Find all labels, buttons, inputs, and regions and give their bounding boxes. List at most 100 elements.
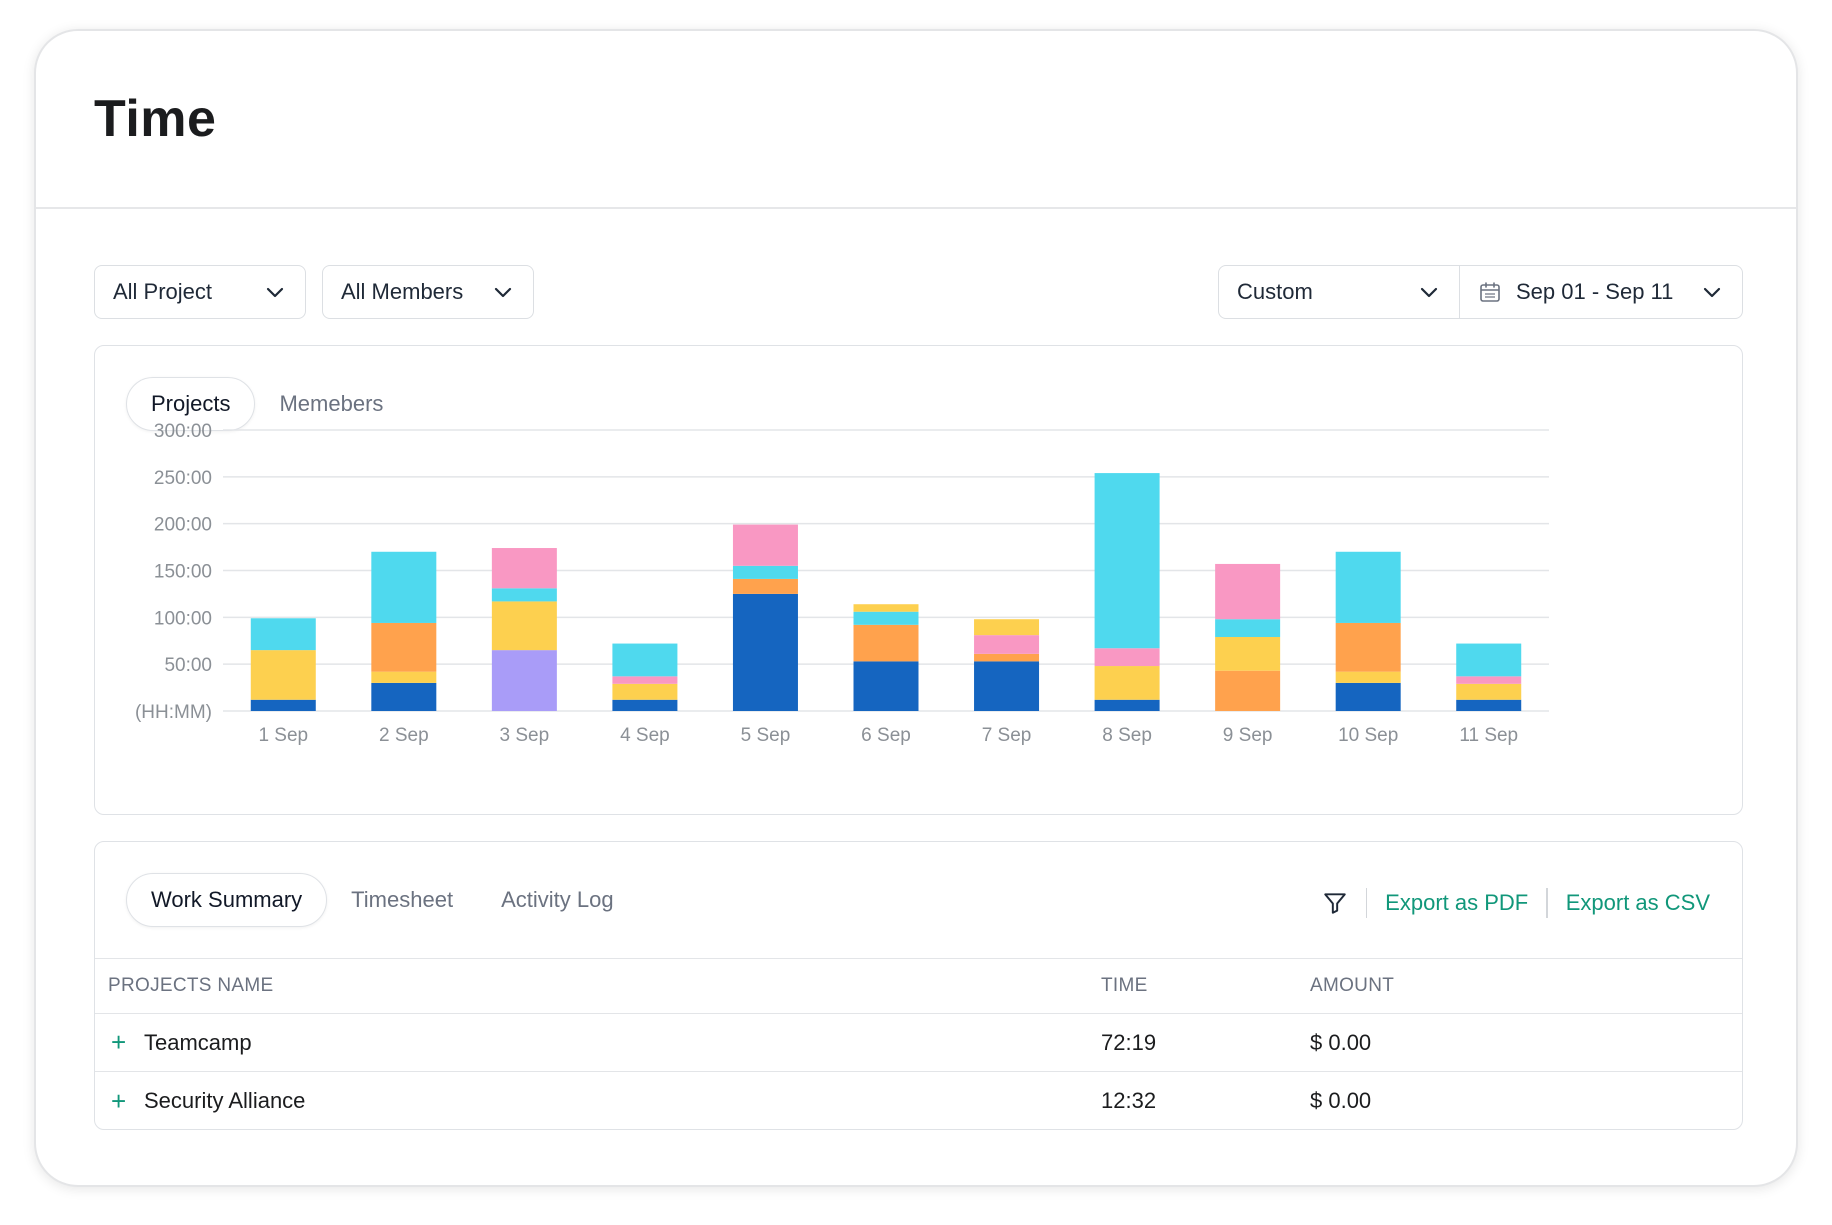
stacked-bar-chart: (HH:MM) 50:00 100:00 150:00 200:00 250:00 300:… [135, 421, 1549, 746]
y-tick-label: 250:00 [154, 468, 212, 489]
bar-segment [974, 635, 1040, 654]
x-tick-label: 3 Sep [500, 725, 550, 746]
divider [1546, 888, 1548, 918]
bar-segment [1335, 682, 1401, 711]
bar-segment [1335, 622, 1401, 672]
time-window: Time All Project All Members Custom Sep … [34, 29, 1798, 1187]
header-amount[interactable]: AMOUNT [1310, 959, 1394, 1013]
project-time: 72:19 [1101, 1029, 1157, 1055]
bar-segment [853, 604, 919, 612]
date-range-label: Sep 01 - Sep 11 [1516, 279, 1674, 304]
bar-segment [1215, 670, 1281, 711]
x-tick-label: 4 Sep [620, 725, 670, 746]
expand-plus-icon[interactable]: + [111, 1072, 131, 1130]
x-tick-label: 2 Sep [379, 725, 429, 746]
bar-segment [974, 619, 1040, 636]
bar-segment [1456, 643, 1522, 677]
table-row[interactable]: + Teamcamp 72:19 $ 0.00 [95, 1014, 1742, 1072]
y-tick-label: (HH:MM) [135, 702, 212, 723]
bar-segment [853, 611, 919, 625]
project-name: Teamcamp [144, 1029, 252, 1055]
project-time: 12:32 [1101, 1088, 1157, 1113]
bar-segment [1335, 551, 1401, 623]
bar-segment [371, 622, 437, 672]
x-tick-label: 1 Sep [258, 725, 308, 746]
bar-segment [732, 565, 798, 579]
projects-table: PROJECTS NAME TIME AMOUNT + Teamcamp 72:… [95, 958, 1742, 1130]
bar-segment [974, 653, 1040, 662]
bar-segment [491, 650, 557, 711]
calendar-icon [1480, 282, 1500, 302]
bar-segment [1335, 671, 1401, 683]
divider [1365, 888, 1368, 918]
period-label: Custom [1237, 279, 1313, 304]
members-filter-label: All Members [341, 279, 464, 304]
filter-icon[interactable] [1322, 890, 1348, 916]
export-csv-link[interactable]: Export as CSV [1566, 890, 1710, 916]
bar-segment [853, 661, 919, 711]
project-filter-label: All Project [113, 279, 213, 304]
x-tick-label: 9 Sep [1223, 725, 1273, 746]
expand-plus-icon[interactable]: + [111, 1014, 131, 1071]
bar-segment [491, 548, 557, 589]
bar-segment [1094, 473, 1160, 649]
tab-work-summary[interactable]: Work Summary [126, 873, 328, 927]
y-tick-label: 150:00 [154, 562, 212, 583]
y-tick-label: 300:00 [154, 421, 212, 442]
chevron-down-icon [266, 287, 284, 298]
bar-segment [371, 551, 437, 623]
tab-timesheet[interactable]: Timesheet [327, 873, 477, 927]
bar-segment [1094, 699, 1160, 711]
bar-segment [974, 661, 1040, 711]
x-tick-label: 5 Sep [741, 725, 791, 746]
bar-segment [371, 682, 437, 711]
bar-segment [612, 676, 678, 684]
y-tick-label: 200:00 [154, 515, 212, 536]
bar-segment [1094, 648, 1160, 667]
bar-segment [491, 588, 557, 602]
header-project-name[interactable]: PROJECTS NAME [108, 959, 273, 1013]
bar-segment [1215, 619, 1281, 638]
bar-segment [371, 671, 437, 683]
bar-segment [732, 593, 798, 711]
tab-activity-log[interactable]: Activity Log [477, 873, 638, 927]
bar-segment [1456, 676, 1522, 684]
members-filter-select[interactable]: All Members [322, 265, 534, 319]
bar-segment [250, 650, 316, 700]
bar-segment [491, 601, 557, 651]
project-name: Security Alliance [144, 1088, 306, 1113]
chevron-down-icon [494, 287, 512, 298]
bar-segment [732, 578, 798, 594]
bar-segment [1456, 699, 1522, 711]
x-tick-label: 7 Sep [982, 725, 1032, 746]
project-filter-select[interactable]: All Project [94, 265, 306, 319]
bar-segment [1215, 563, 1281, 620]
date-filter-group: Custom Sep 01 - Sep 11 [1218, 265, 1743, 319]
period-select[interactable]: Custom [1219, 266, 1460, 318]
x-tick-label: 8 Sep [1102, 725, 1152, 746]
page-title: Time [94, 90, 217, 148]
bar-segment [1215, 637, 1281, 671]
summary-tabs: Work Summary Timesheet Activity Log [126, 873, 638, 927]
work-summary-card: Work Summary Timesheet Activity Log Expo… [94, 841, 1743, 1130]
y-tick-label: 50:00 [164, 655, 212, 676]
bar-segment [250, 618, 316, 651]
table-row[interactable]: + Security Alliance 12:32 $ 0.00 [95, 1072, 1742, 1130]
bar-segment [612, 699, 678, 711]
bar-segment [612, 643, 678, 677]
x-tick-label: 10 Sep [1338, 725, 1398, 746]
y-tick-label: 100:00 [154, 608, 212, 629]
bar-segment [250, 699, 316, 711]
x-tick-label: 11 Sep [1459, 725, 1518, 746]
bar-segment [732, 524, 798, 566]
page-header: Time [36, 31, 1796, 209]
time-chart-card: Projects Memebers (HH:MM) 50:00 100:00 150:… [94, 345, 1743, 815]
date-range-picker[interactable]: Sep 01 - Sep 11 [1460, 266, 1742, 318]
header-time[interactable]: TIME [1101, 959, 1148, 1013]
table-header: PROJECTS NAME TIME AMOUNT [95, 958, 1742, 1014]
bar-segment [612, 683, 678, 700]
bar-segment [853, 624, 919, 662]
bar-segment [1094, 666, 1160, 700]
x-tick-label: 6 Sep [861, 725, 911, 746]
export-pdf-link[interactable]: Export as PDF [1385, 890, 1528, 916]
